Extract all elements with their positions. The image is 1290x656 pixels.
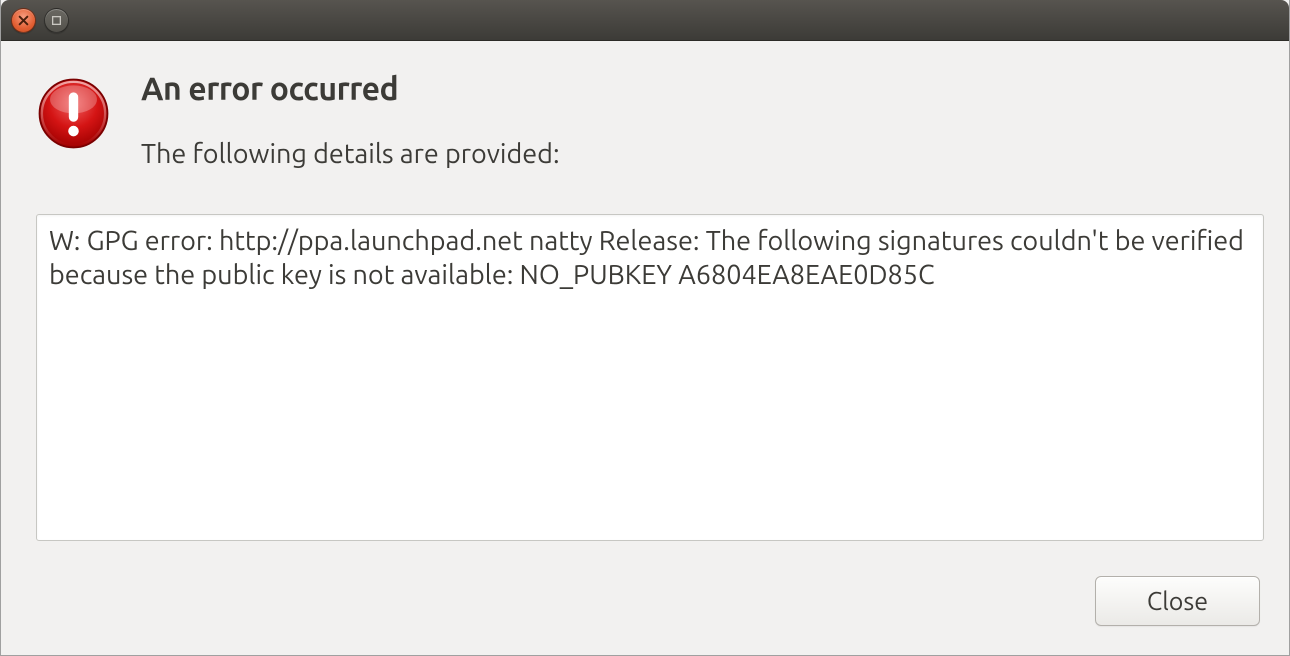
dialog-header: An error occurred The following details … xyxy=(36,71,1264,169)
window-close-button[interactable] xyxy=(11,8,36,33)
dialog-subtitle: The following details are provided: xyxy=(141,139,1264,169)
close-icon xyxy=(18,15,29,26)
window-minimize-button[interactable] xyxy=(44,8,69,33)
dialog-footer: Close xyxy=(36,576,1264,630)
error-dialog-window: An error occurred The following details … xyxy=(0,0,1290,656)
minimize-icon xyxy=(51,15,62,26)
close-button[interactable]: Close xyxy=(1095,576,1260,626)
window-titlebar xyxy=(1,0,1289,41)
dialog-title: An error occurred xyxy=(141,71,1264,107)
error-details-text: W: GPG error: http://ppa.launchpad.net n… xyxy=(49,225,1251,293)
error-icon xyxy=(36,76,111,151)
dialog-header-text: An error occurred The following details … xyxy=(141,71,1264,169)
error-details-textbox[interactable]: W: GPG error: http://ppa.launchpad.net n… xyxy=(36,214,1264,541)
dialog-content: An error occurred The following details … xyxy=(1,41,1289,655)
